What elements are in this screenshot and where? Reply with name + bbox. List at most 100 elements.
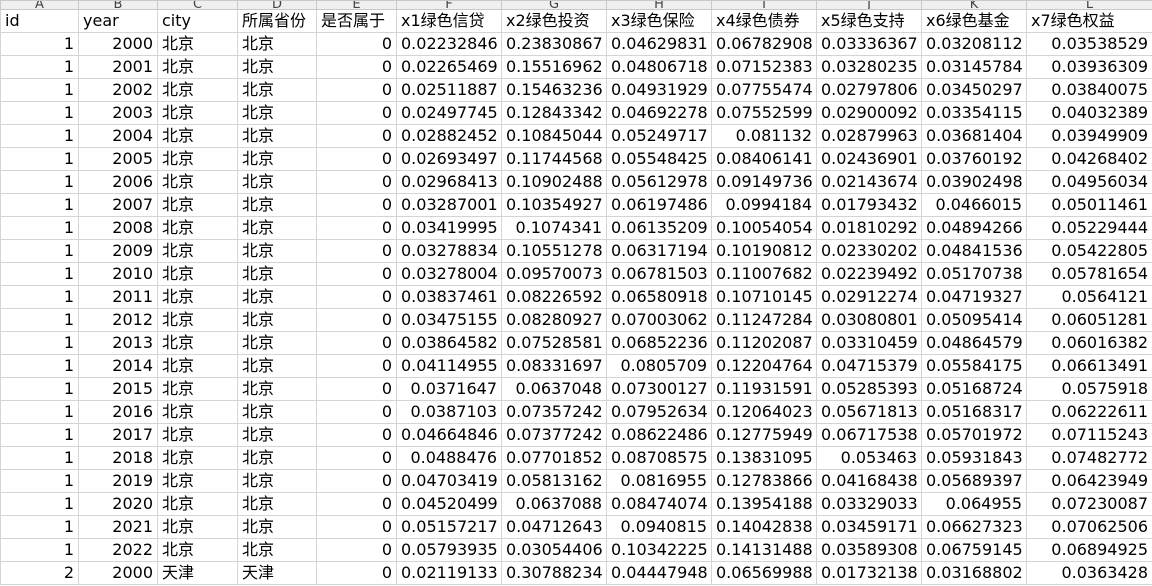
grid-cell[interactable]: 0.08331697 (501, 354, 607, 378)
grid-cell[interactable]: 2010 (78, 262, 158, 286)
header-cell[interactable]: x6绿色基金 (921, 9, 1027, 33)
grid-cell[interactable]: 2011 (78, 285, 158, 309)
grid-cell[interactable]: 0.06135209 (606, 216, 712, 240)
grid-cell[interactable]: 北京 (157, 193, 238, 217)
grid-cell[interactable]: 1 (0, 285, 79, 309)
grid-cell[interactable]: 北京 (237, 285, 317, 309)
grid-cell[interactable]: 北京 (157, 377, 238, 401)
grid-cell[interactable]: 0.15463236 (501, 78, 607, 102)
grid-cell[interactable]: 2000 (78, 561, 158, 585)
grid-cell[interactable]: 0.05157217 (396, 515, 502, 539)
grid-cell[interactable]: 2005 (78, 147, 158, 171)
grid-cell[interactable]: 2015 (78, 377, 158, 401)
grid-cell[interactable]: 0.05584175 (921, 354, 1027, 378)
grid-cell[interactable]: 2019 (78, 469, 158, 493)
grid-cell[interactable]: 0.23830867 (501, 32, 607, 56)
grid-cell[interactable]: 1 (0, 55, 79, 79)
grid-cell[interactable]: 0.02265469 (396, 55, 502, 79)
grid-cell[interactable]: 0.08708575 (606, 446, 712, 470)
grid-cell[interactable]: 0.07528581 (501, 331, 607, 355)
grid-cell[interactable]: 0 (316, 354, 397, 378)
grid-cell[interactable]: 北京 (157, 285, 238, 309)
grid-cell[interactable]: 0.10190812 (711, 239, 817, 263)
grid-cell[interactable]: 0 (316, 55, 397, 79)
grid-cell[interactable]: 0.0637088 (501, 492, 607, 516)
grid-cell[interactable]: 0 (316, 239, 397, 263)
grid-cell[interactable]: 北京 (237, 193, 317, 217)
grid-cell[interactable]: 北京 (157, 78, 238, 102)
header-cell[interactable]: x7绿色权益 (1026, 9, 1152, 33)
grid-cell[interactable]: 北京 (237, 55, 317, 79)
grid-cell[interactable]: 1 (0, 101, 79, 125)
grid-cell[interactable]: 0.05781654 (1026, 262, 1152, 286)
grid-cell[interactable]: 北京 (237, 400, 317, 424)
grid-cell[interactable]: 0.07357242 (501, 400, 607, 424)
grid-cell[interactable]: 0 (316, 423, 397, 447)
grid-cell[interactable]: 0.05689397 (921, 469, 1027, 493)
grid-cell[interactable]: 天津 (157, 561, 238, 585)
grid-cell[interactable]: 0.05095414 (921, 308, 1027, 332)
grid-cell[interactable]: 1 (0, 78, 79, 102)
grid-cell[interactable]: 0.08226592 (501, 285, 607, 309)
grid-cell[interactable]: 0.04692278 (606, 101, 712, 125)
grid-cell[interactable]: 0.03681404 (921, 124, 1027, 148)
grid-cell[interactable]: 0.03354115 (921, 101, 1027, 125)
grid-cell[interactable]: 0.10551278 (501, 239, 607, 263)
grid-cell[interactable]: 0.04712643 (501, 515, 607, 539)
grid-cell[interactable]: 0.04806718 (606, 55, 712, 79)
grid-cell[interactable]: 0.05813162 (501, 469, 607, 493)
grid-cell[interactable]: 0 (316, 538, 397, 562)
grid-cell[interactable]: 0 (316, 262, 397, 286)
grid-cell[interactable]: 2001 (78, 55, 158, 79)
grid-cell[interactable]: 0.0637048 (501, 377, 607, 401)
grid-cell[interactable]: 北京 (237, 492, 317, 516)
grid-cell[interactable]: 0.1074341 (501, 216, 607, 240)
grid-cell[interactable]: 北京 (237, 262, 317, 286)
grid-cell[interactable]: 北京 (157, 239, 238, 263)
grid-cell[interactable]: 北京 (237, 377, 317, 401)
grid-cell[interactable]: 1 (0, 400, 79, 424)
grid-cell[interactable]: 0.11202087 (711, 331, 817, 355)
grid-cell[interactable]: 0.04032389 (1026, 101, 1152, 125)
grid-cell[interactable]: 0.07952634 (606, 400, 712, 424)
grid-cell[interactable]: 北京 (157, 55, 238, 79)
grid-cell[interactable]: 0.03278834 (396, 239, 502, 263)
grid-cell[interactable]: 0.07755474 (711, 78, 817, 102)
grid-cell[interactable]: 0.03329033 (816, 492, 922, 516)
grid-cell[interactable]: 北京 (237, 78, 317, 102)
grid-cell[interactable]: 2016 (78, 400, 158, 424)
grid-cell[interactable]: 北京 (157, 538, 238, 562)
grid-cell[interactable]: 0.14131488 (711, 538, 817, 562)
grid-cell[interactable]: 北京 (237, 469, 317, 493)
grid-cell[interactable]: 0.02693497 (396, 147, 502, 171)
grid-cell[interactable]: 0.05285393 (816, 377, 922, 401)
grid-cell[interactable]: 2014 (78, 354, 158, 378)
grid-cell[interactable]: 北京 (237, 170, 317, 194)
grid-cell[interactable]: 0.05011461 (1026, 193, 1152, 217)
grid-cell[interactable]: 0.03864582 (396, 331, 502, 355)
grid-cell[interactable]: 0 (316, 561, 397, 585)
grid-cell[interactable]: 0.07300127 (606, 377, 712, 401)
grid-cell[interactable]: 0 (316, 331, 397, 355)
grid-cell[interactable]: 1 (0, 32, 79, 56)
grid-cell[interactable]: 0.03450297 (921, 78, 1027, 102)
grid-cell[interactable]: 0.04841536 (921, 239, 1027, 263)
grid-cell[interactable]: 0.05931843 (921, 446, 1027, 470)
grid-cell[interactable]: 1 (0, 446, 79, 470)
grid-cell[interactable]: 0.04715379 (816, 354, 922, 378)
grid-cell[interactable]: 2018 (78, 446, 158, 470)
grid-cell[interactable]: 0.07482772 (1026, 446, 1152, 470)
header-cell[interactable]: x5绿色支持 (816, 9, 922, 33)
grid-cell[interactable]: 0.02119133 (396, 561, 502, 585)
grid-cell[interactable]: 0.03145784 (921, 55, 1027, 79)
grid-cell[interactable]: 0.04268402 (1026, 147, 1152, 171)
grid-cell[interactable]: 0.03080801 (816, 308, 922, 332)
grid-cell[interactable]: 0.07701852 (501, 446, 607, 470)
grid-cell[interactable]: 0.12783866 (711, 469, 817, 493)
grid-cell[interactable]: 0.04864579 (921, 331, 1027, 355)
grid-cell[interactable]: 北京 (237, 446, 317, 470)
grid-cell[interactable]: 0 (316, 147, 397, 171)
grid-cell[interactable]: 0.03336367 (816, 32, 922, 56)
grid-cell[interactable]: 2017 (78, 423, 158, 447)
grid-cell[interactable]: 0 (316, 285, 397, 309)
